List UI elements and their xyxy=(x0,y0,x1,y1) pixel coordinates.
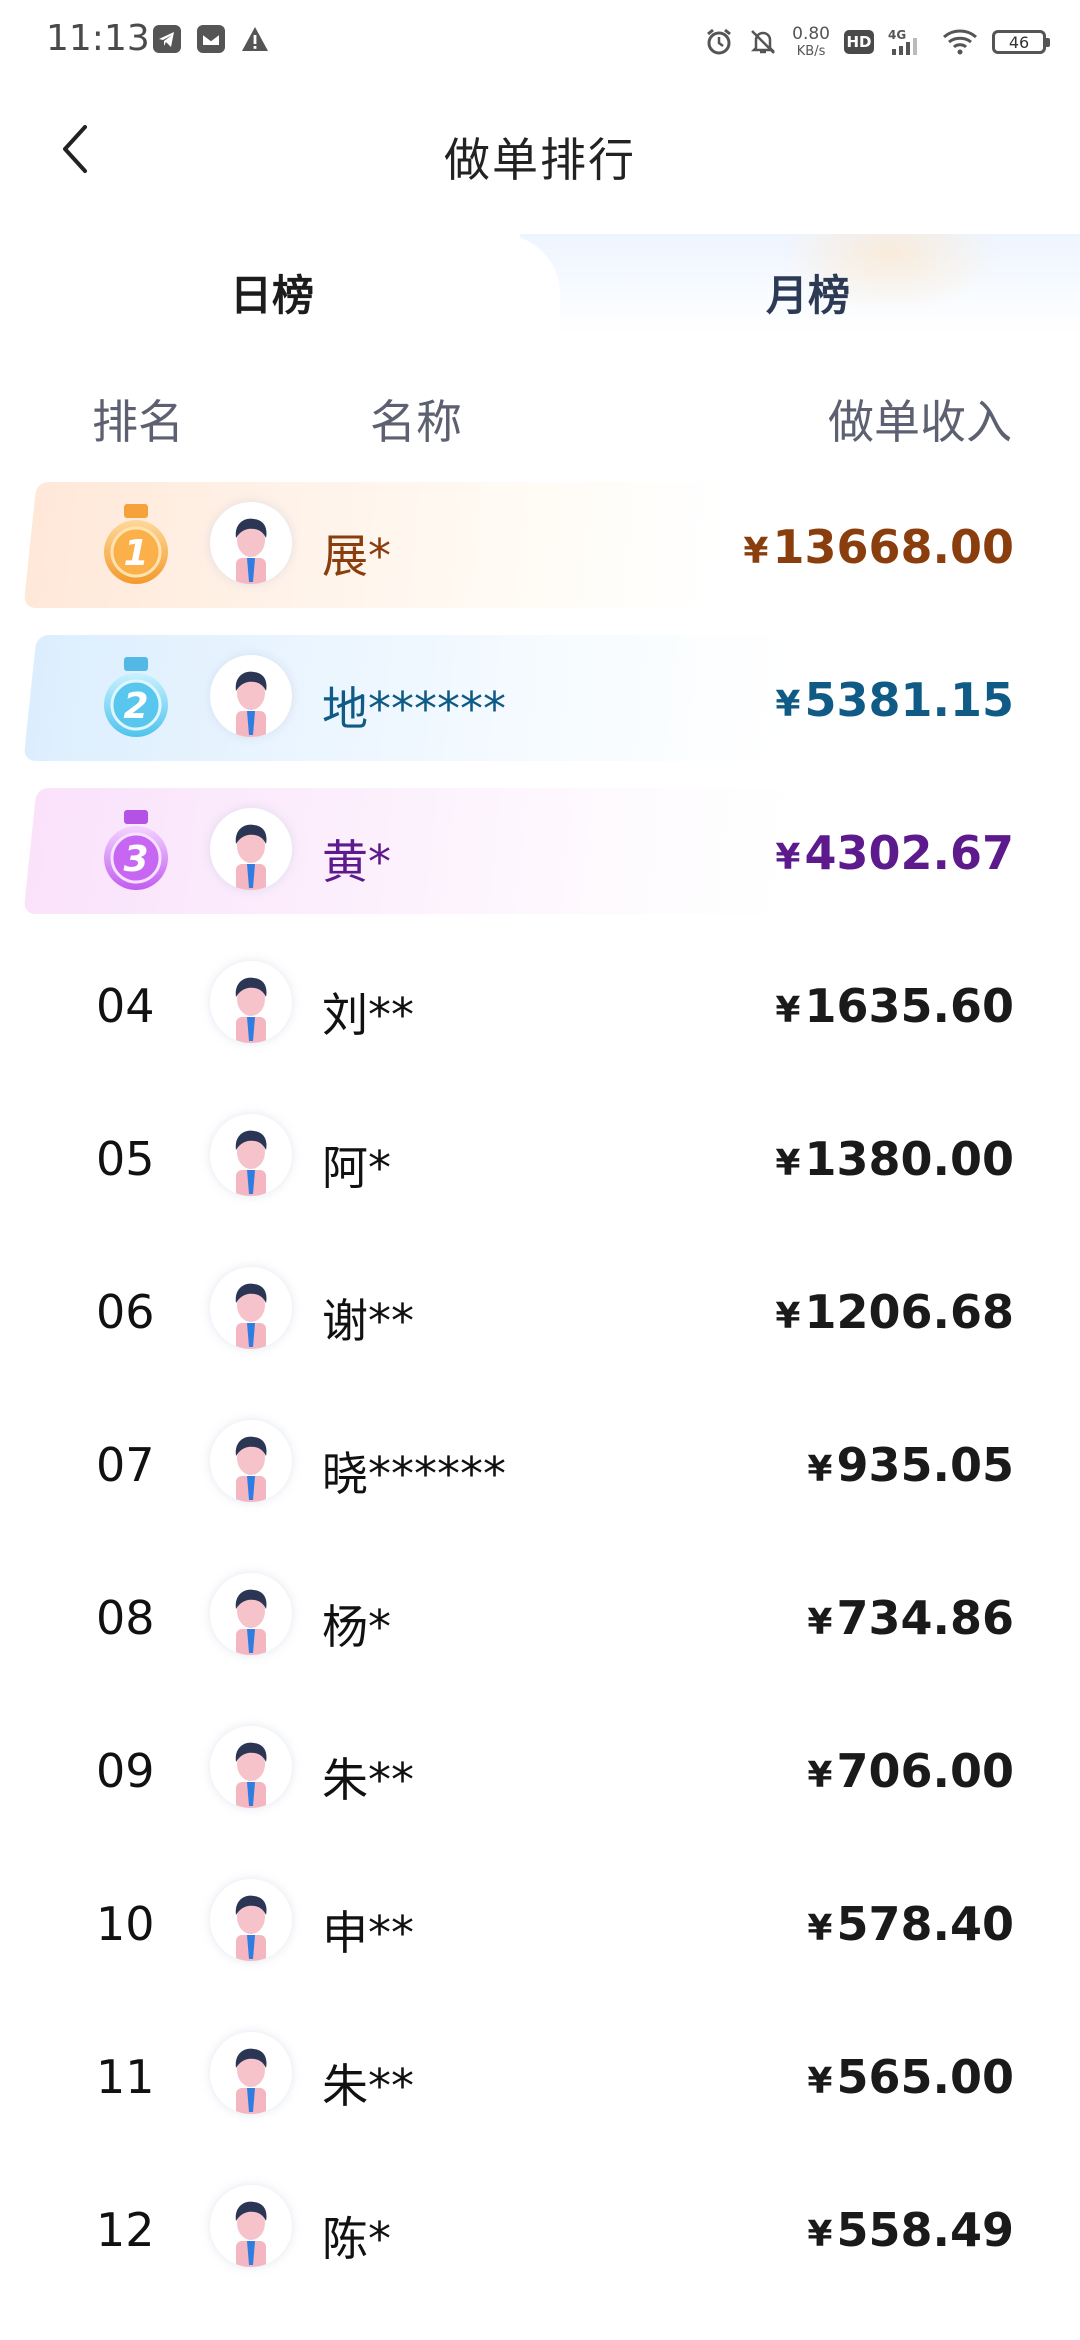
telegram-icon xyxy=(153,25,181,53)
income-value: ¥565.00 xyxy=(807,2050,1014,2104)
ranking-row[interactable]: 12 陈* ¥558.49 xyxy=(0,2161,1080,2314)
user-name: 朱** xyxy=(322,1753,414,1807)
user-name: 展* xyxy=(322,529,391,583)
income-value: ¥13668.00 xyxy=(743,520,1014,574)
avatar xyxy=(210,1114,292,1196)
avatar-icon xyxy=(235,1283,267,1349)
avatar-icon xyxy=(235,1895,267,1961)
rank-number: 09 xyxy=(96,1744,155,1798)
rank-number: 08 xyxy=(96,1591,155,1645)
ranking-tabs: 日榜 月榜 xyxy=(0,234,1080,334)
ranking-row[interactable]: 06 谢** ¥1206.68 xyxy=(0,1243,1080,1396)
ranking-row[interactable]: 05 阿* ¥1380.00 xyxy=(0,1090,1080,1243)
tab-monthly[interactable]: 月榜 xyxy=(766,262,850,323)
gold-medal-icon: 1 xyxy=(104,504,168,584)
signal-icon: 4G xyxy=(888,28,917,55)
avatar xyxy=(210,961,292,1043)
avatar xyxy=(210,1726,292,1808)
ranking-row[interactable]: 3 黄* ¥4302.67 xyxy=(0,784,1080,937)
avatar-icon xyxy=(235,1436,267,1502)
user-name: 申** xyxy=(322,1906,414,1960)
avatar-icon xyxy=(235,977,267,1043)
ranking-row[interactable]: 07 晓****** ¥935.05 xyxy=(0,1396,1080,1549)
column-header-name: 名称 xyxy=(370,395,462,449)
avatar xyxy=(210,655,292,737)
rank-number: 06 xyxy=(96,1285,155,1339)
ranking-list: 1 展* ¥13668.00 2 地****** ¥5381.15 3 黄* ¥… xyxy=(0,478,1080,2314)
user-name: 阿* xyxy=(322,1141,391,1195)
avatar xyxy=(210,2032,292,2114)
avatar-icon xyxy=(235,824,267,890)
svg-text:3: 3 xyxy=(123,839,148,880)
income-value: ¥558.49 xyxy=(807,2203,1014,2257)
ranking-row[interactable]: 10 申** ¥578.40 xyxy=(0,1855,1080,2008)
avatar-icon xyxy=(235,671,267,737)
rank-number: 12 xyxy=(96,2203,155,2257)
rank-number: 11 xyxy=(96,2050,155,2104)
income-value: ¥578.40 xyxy=(807,1897,1014,1951)
avatar xyxy=(210,2185,292,2267)
income-value: ¥1206.68 xyxy=(775,1285,1014,1339)
column-header-income: 做单收入 xyxy=(828,395,1012,449)
network-speed: 0.80 KB/s xyxy=(792,24,830,59)
avatar-icon xyxy=(235,2048,267,2114)
silver-medal-icon: 2 xyxy=(104,657,168,737)
ranking-row[interactable]: 04 刘** ¥1635.60 xyxy=(0,937,1080,1090)
income-value: ¥706.00 xyxy=(807,1744,1014,1798)
status-time: 11:13 xyxy=(46,18,150,59)
user-name: 地****** xyxy=(322,682,506,736)
user-name: 谢** xyxy=(322,1294,414,1348)
ranking-row[interactable]: 08 杨* ¥734.86 xyxy=(0,1549,1080,1702)
hd-icon: HD xyxy=(844,30,874,54)
avatar xyxy=(210,1267,292,1349)
column-header-rank: 排名 xyxy=(92,395,184,449)
avatar xyxy=(210,502,292,584)
bronze-medal-icon: 3 xyxy=(104,810,168,890)
avatar-icon xyxy=(235,518,267,584)
status-bar: 11:13 0.80 KB/s HD 4G 46 xyxy=(0,0,1080,84)
ranking-row[interactable]: 11 朱** ¥565.00 xyxy=(0,2008,1080,2161)
page-title: 做单排行 xyxy=(444,133,636,187)
app-header: 做单排行 xyxy=(0,84,1080,234)
rank-number: 04 xyxy=(96,979,155,1033)
svg-text:4G: 4G xyxy=(888,28,906,42)
ranking-row[interactable]: 09 朱** ¥706.00 xyxy=(0,1702,1080,1855)
income-value: ¥5381.15 xyxy=(775,673,1014,727)
warning-icon xyxy=(242,27,268,51)
user-name: 朱** xyxy=(322,2059,414,2113)
status-indicators: 0.80 KB/s HD 4G 46 xyxy=(704,20,1050,64)
alarm-icon xyxy=(707,28,732,55)
income-value: ¥1380.00 xyxy=(775,1132,1014,1186)
rank-number: 10 xyxy=(96,1897,155,1951)
income-value: ¥935.05 xyxy=(807,1438,1014,1492)
bell-off-icon xyxy=(751,30,776,54)
ranking-row[interactable]: 2 地****** ¥5381.15 xyxy=(0,631,1080,784)
income-value: ¥1635.60 xyxy=(775,979,1014,1033)
user-name: 刘** xyxy=(322,988,414,1042)
user-name: 杨* xyxy=(322,1600,391,1654)
avatar-icon xyxy=(235,2201,267,2267)
avatar xyxy=(210,1573,292,1655)
avatar xyxy=(210,808,292,890)
avatar-icon xyxy=(235,1742,267,1808)
user-name: 晓****** xyxy=(322,1447,506,1501)
user-name: 黄* xyxy=(322,835,391,889)
tab-daily[interactable]: 日榜 xyxy=(230,262,314,323)
svg-text:2: 2 xyxy=(123,686,148,727)
income-value: ¥734.86 xyxy=(807,1591,1014,1645)
avatar xyxy=(210,1420,292,1502)
ranking-row[interactable]: 1 展* ¥13668.00 xyxy=(0,478,1080,631)
avatar-icon xyxy=(235,1589,267,1655)
income-value: ¥4302.67 xyxy=(775,826,1014,880)
battery-icon: 46 xyxy=(992,30,1050,54)
user-name: 陈* xyxy=(322,2212,391,2266)
rank-number: 07 xyxy=(96,1438,155,1492)
rank-number: 05 xyxy=(96,1132,155,1186)
wifi-icon xyxy=(943,29,977,55)
notification-icons xyxy=(152,24,270,54)
avatar-icon xyxy=(235,1130,267,1196)
svg-text:1: 1 xyxy=(123,533,148,574)
mail-icon xyxy=(197,25,225,53)
avatar xyxy=(210,1879,292,1961)
